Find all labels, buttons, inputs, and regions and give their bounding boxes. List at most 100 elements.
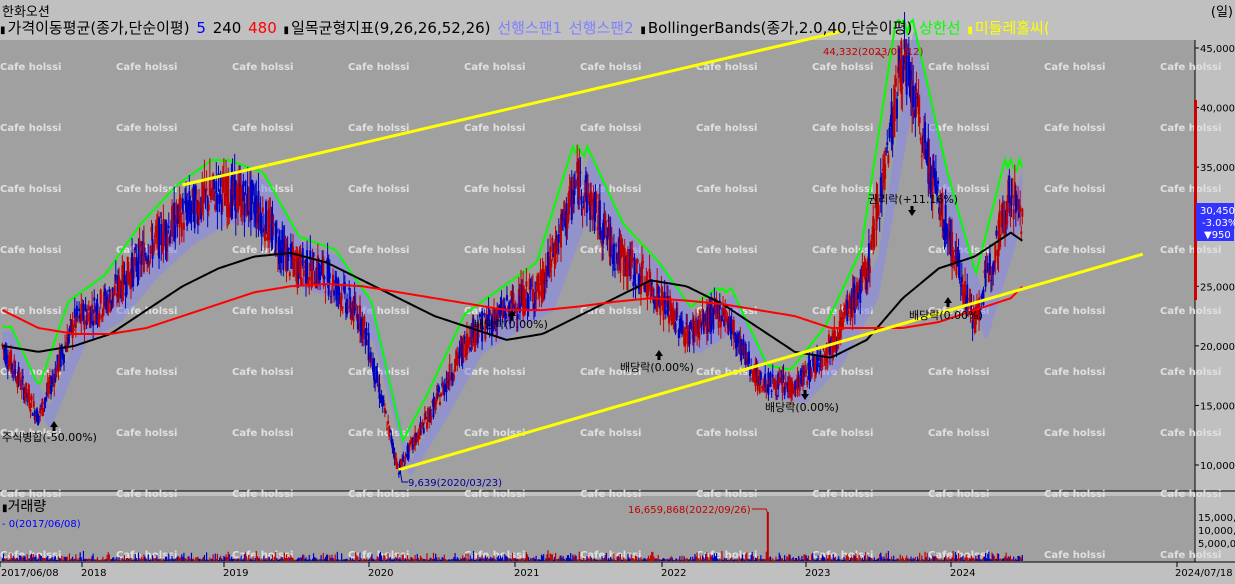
volume-bar xyxy=(552,559,555,561)
volume-bar xyxy=(376,556,378,561)
bollinger-legend-label[interactable]: BollingerBands(종가,2.0,40,단순이평) xyxy=(648,19,912,37)
volume-bar xyxy=(840,559,842,561)
volume-bar xyxy=(204,559,207,561)
volume-bar xyxy=(95,559,97,561)
volume-bar xyxy=(430,558,432,561)
watermark-text: Cafe holssi xyxy=(0,123,61,134)
volume-bar xyxy=(187,556,189,561)
volume-bar xyxy=(724,558,726,561)
candle-body xyxy=(30,395,33,401)
volume-bar xyxy=(53,557,55,561)
volume-bar xyxy=(813,559,815,561)
volume-bar xyxy=(162,558,164,561)
volume-bar xyxy=(185,558,187,561)
volume-bar xyxy=(19,555,21,561)
volume-bar xyxy=(771,559,773,561)
volume-bar xyxy=(223,555,225,561)
volume-bar xyxy=(646,558,649,561)
volume-bar xyxy=(237,558,239,561)
ichimoku-legend-icon[interactable]: ▮ xyxy=(284,25,290,36)
volume-bar xyxy=(819,559,821,561)
volume-bar xyxy=(807,555,809,561)
volume-bar xyxy=(5,559,7,561)
volume-bar xyxy=(585,559,587,561)
volume-bar xyxy=(688,559,691,561)
volume-bar xyxy=(763,558,765,561)
volume-bar xyxy=(805,555,807,561)
candle-body xyxy=(340,293,343,300)
volume-bar xyxy=(242,558,244,561)
volume-bar xyxy=(10,553,12,561)
volume-bar xyxy=(268,556,270,561)
volume-bar xyxy=(257,558,260,561)
volume-bar xyxy=(715,553,718,561)
volume-bar xyxy=(1003,558,1005,561)
volume-bar xyxy=(496,557,498,561)
volume-bar xyxy=(26,554,28,561)
volume-bar xyxy=(563,558,565,561)
volume-bar xyxy=(962,555,964,561)
candle-body xyxy=(525,281,528,287)
volume-bar xyxy=(263,555,265,561)
volume-bar xyxy=(723,557,725,561)
volume-bar xyxy=(748,559,750,561)
candle-body xyxy=(725,310,728,312)
volume-bar xyxy=(558,558,560,561)
watermark-text: Cafe holssi xyxy=(348,123,409,134)
mid-band-legend-icon: ▮ xyxy=(967,25,973,36)
volume-bar xyxy=(375,559,377,561)
candle-body xyxy=(181,198,184,212)
volume-bar xyxy=(126,558,128,561)
watermark-text: Cafe holssi xyxy=(232,123,293,134)
volume-bar xyxy=(331,554,333,561)
volume-bar xyxy=(660,559,663,561)
volume-bar xyxy=(739,559,741,561)
volume-bar xyxy=(266,559,268,561)
volume-bar xyxy=(942,559,945,561)
candle-body xyxy=(174,225,177,239)
volume-bar xyxy=(180,557,182,561)
volume-bar xyxy=(462,555,464,561)
volume-bar xyxy=(839,559,841,561)
ma-legend-icon[interactable]: ▮ xyxy=(0,25,6,36)
candle-body xyxy=(260,215,263,237)
volume-bar xyxy=(170,559,172,561)
ichimoku-legend-label[interactable]: 일목균형지표(9,26,26,52,26) xyxy=(291,19,490,37)
candle-body xyxy=(919,137,922,141)
volume-title-label[interactable]: 거래량 xyxy=(8,499,47,515)
volume-bar xyxy=(141,556,143,561)
watermark-text: Cafe holssi xyxy=(232,428,293,439)
volume-bar xyxy=(143,554,145,561)
volume-bar xyxy=(473,559,476,561)
watermark-text: Cafe holssi xyxy=(1044,367,1105,378)
volume-bar xyxy=(820,557,822,561)
bollinger-legend-icon[interactable]: ▮ xyxy=(640,25,646,36)
candle-body xyxy=(86,312,89,322)
candle-body xyxy=(463,336,466,339)
volume-bar xyxy=(195,557,197,561)
volume-bar xyxy=(740,558,743,561)
volume-bar xyxy=(322,552,324,561)
ma-legend-label[interactable]: 가격이동평균(종가,단순이평) xyxy=(8,19,190,37)
volume-bar xyxy=(921,555,923,561)
volume-bar xyxy=(538,559,540,561)
volume-bar xyxy=(305,557,307,561)
volume-bar xyxy=(251,559,253,561)
watermark-text: Cafe holssi xyxy=(928,489,989,500)
volume-bar xyxy=(534,559,536,561)
volume-bar xyxy=(193,558,195,561)
volume-bar xyxy=(489,558,491,561)
volume-bar xyxy=(717,558,719,561)
volume-bar xyxy=(785,559,787,561)
volume-bar xyxy=(50,558,52,561)
price-scale-marker xyxy=(1194,100,1197,300)
volume-bar xyxy=(118,557,120,561)
volume-bar xyxy=(901,556,903,561)
volume-bar xyxy=(764,559,766,561)
candle-body xyxy=(901,87,904,89)
volume-bar xyxy=(917,559,920,561)
candle-body xyxy=(826,361,829,363)
volume-bar xyxy=(846,554,848,561)
volume-bar xyxy=(198,558,200,561)
volume-bar xyxy=(894,559,896,561)
